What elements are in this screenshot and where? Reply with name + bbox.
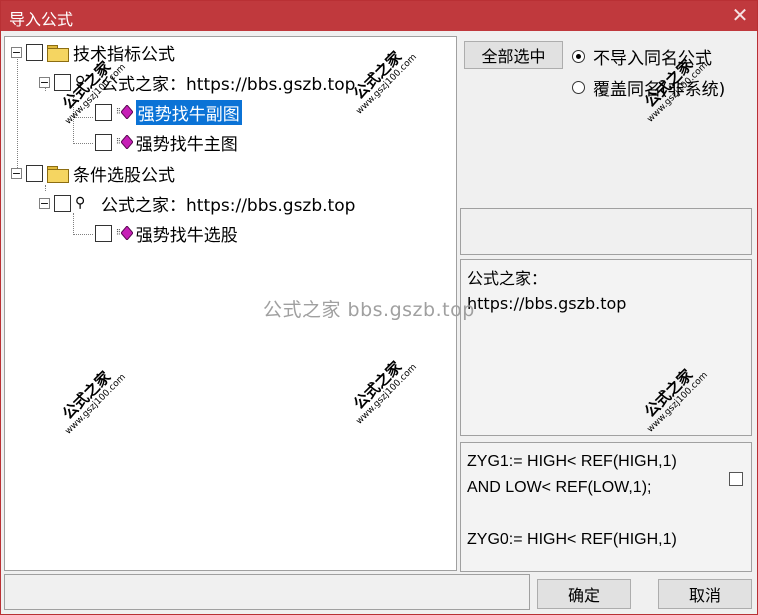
tree-connector xyxy=(73,234,93,235)
code-line: ZYG0:= HIGH< REF(HIGH,1) xyxy=(467,531,677,548)
folder-icon xyxy=(47,165,69,183)
radio-overwrite-indicator[interactable] xyxy=(572,81,585,94)
code-line: ZYG1:= HIGH< REF(HIGH,1) xyxy=(467,453,677,470)
tree-node-label: 技术指标公式 xyxy=(73,44,175,65)
collapse-icon[interactable]: − xyxy=(11,46,22,58)
description-text: 公式之家： https://bbs.gszb.top xyxy=(467,266,626,316)
tree-node-label: 强势找牛选股 xyxy=(135,225,238,246)
tree-node-label: 条件选股公式 xyxy=(73,165,175,186)
description-box: 公式之家： https://bbs.gszb.top xyxy=(460,259,752,436)
tree-node-formula[interactable]: ⁝⁝ 强势找牛副图 xyxy=(95,99,242,125)
tree-node-label: 强势找牛主图 xyxy=(135,134,238,155)
close-icon[interactable]: ✕ xyxy=(729,3,751,27)
radio-no-import-indicator[interactable] xyxy=(572,50,585,63)
tree-node-tech-group[interactable]: − 技术指标公式 xyxy=(11,40,175,65)
formula-gem-icon: ⁝⁝ xyxy=(116,135,133,149)
select-source-checkbox[interactable] xyxy=(54,194,71,212)
title-bar: 导入公式 ✕ xyxy=(1,1,757,31)
tree-node-formula[interactable]: ⁝⁝ 强势找牛选股 xyxy=(95,221,238,246)
formula-gem-icon: ⁝⁝ xyxy=(116,105,133,119)
import-formula-dialog: 导入公式 ✕ − 技术指标公式 − ⚲ 公式之家：https://bbs.gsz… xyxy=(0,0,758,615)
watermark-center-text: 公式之家 bbs.gszb.top xyxy=(263,299,475,321)
code-text: ZYG1:= HIGH< REF(HIGH,1) AND LOW< REF(LOW… xyxy=(467,449,677,553)
tree-node-select-source[interactable]: − ⚲ 公式之家：https://bbs.gszb.top xyxy=(39,191,356,216)
collapse-icon[interactable]: − xyxy=(11,167,22,179)
tech-source-checkbox[interactable] xyxy=(54,73,71,91)
tree-node-label: 公式之家：https://bbs.gszb.top xyxy=(101,195,356,216)
formula-checkbox[interactable] xyxy=(95,103,112,121)
status-bar xyxy=(4,574,530,610)
code-box[interactable]: ZYG1:= HIGH< REF(HIGH,1) AND LOW< REF(LOW… xyxy=(460,442,752,572)
code-box-checkbox[interactable] xyxy=(729,472,743,486)
tree-connector xyxy=(73,213,74,235)
tree-node-formula[interactable]: ⁝⁝ 强势找牛主图 xyxy=(95,130,238,155)
dialog-title: 导入公式 xyxy=(9,10,74,29)
code-line: AND LOW< REF(LOW,1); xyxy=(467,479,652,496)
description-line: 公式之家： xyxy=(467,269,548,288)
tree-node-label: 公式之家：https://bbs.gszb.top xyxy=(101,74,356,95)
tree-node-select-group[interactable]: − 条件选股公式 xyxy=(11,161,175,186)
ok-button[interactable]: 确定 xyxy=(537,579,631,609)
select-group-checkbox[interactable] xyxy=(26,164,43,182)
tech-group-checkbox[interactable] xyxy=(26,43,43,61)
collapse-icon[interactable]: − xyxy=(39,197,50,209)
tree-connector xyxy=(17,53,18,174)
folder-icon xyxy=(47,44,69,62)
collapse-icon[interactable]: − xyxy=(39,76,50,88)
empty-info-box xyxy=(460,208,752,255)
cancel-button[interactable]: 取消 xyxy=(658,579,752,609)
formula-checkbox[interactable] xyxy=(95,133,112,151)
select-all-button[interactable]: 全部选中 xyxy=(464,41,563,69)
formula-gem-icon: ⁝⁝ xyxy=(116,226,133,240)
description-line: https://bbs.gszb.top xyxy=(467,294,627,313)
tree-connector xyxy=(73,143,93,144)
tree-node-label: 强势找牛副图 xyxy=(135,99,242,125)
key-icon: ⚲ xyxy=(75,195,86,211)
formula-checkbox[interactable] xyxy=(95,224,112,242)
